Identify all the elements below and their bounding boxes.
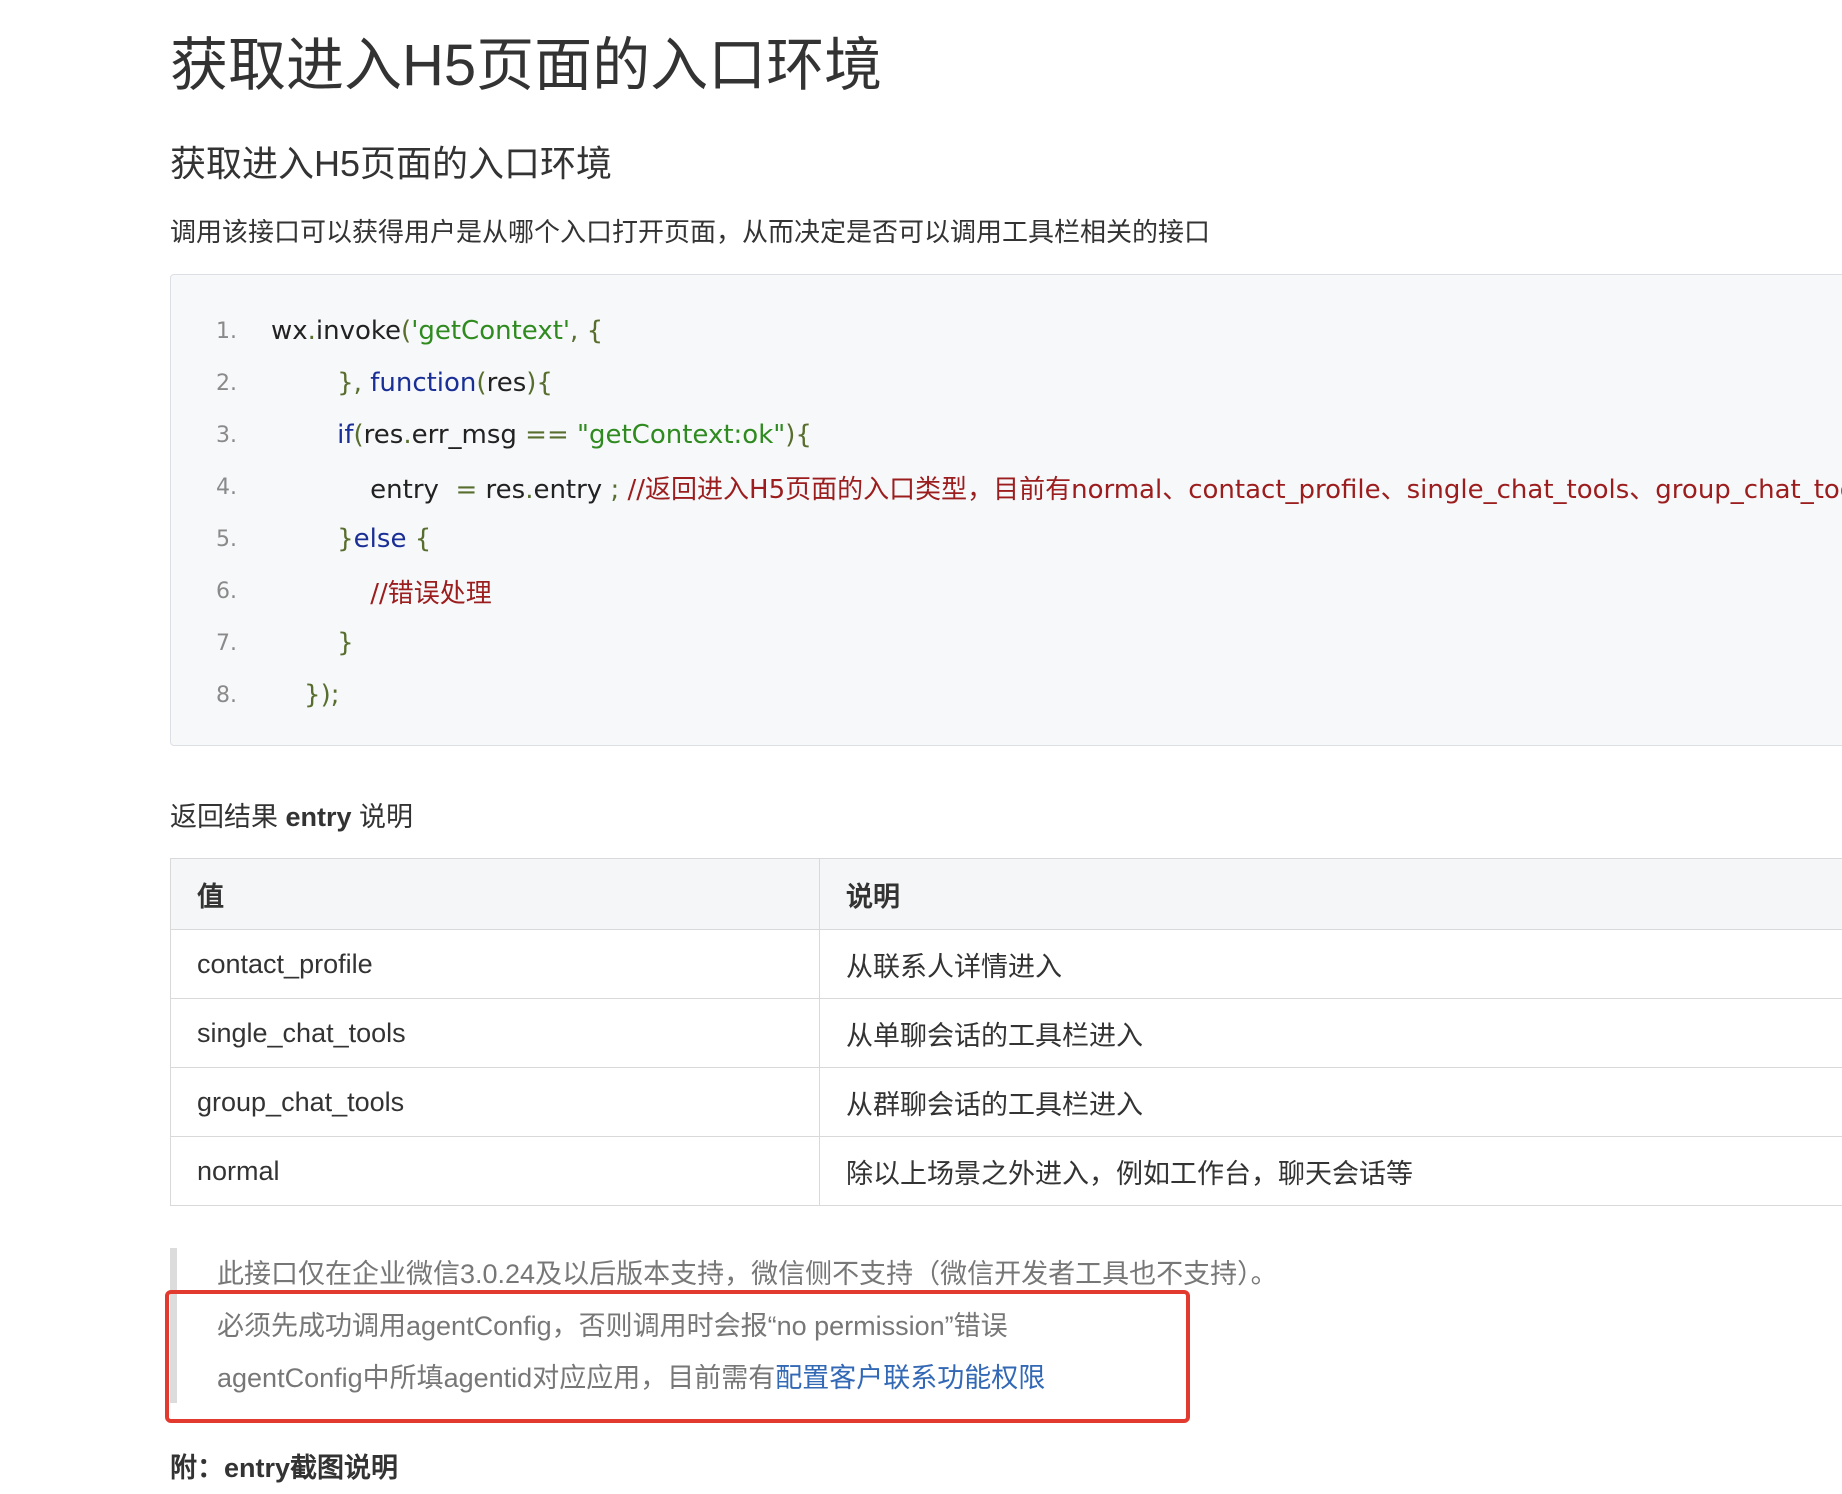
table-header-desc: 说明 xyxy=(819,858,1842,930)
code-line: 4. entry = res.entry ; //返回进入H5页面的入口类型，目… xyxy=(171,467,1842,507)
code-token: err_msg xyxy=(411,420,526,450)
table-cell-desc: 除以上场景之外进入，例如工作台，聊天会话等 xyxy=(819,1136,1842,1206)
table-row: contact_profile 从联系人详情进入 xyxy=(170,929,1842,999)
table-cell-desc: 从联系人详情进入 xyxy=(819,929,1842,999)
line-number: 7. xyxy=(216,630,237,656)
doc-page: 获取进入H5页面的入口环境 获取进入H5页面的入口环境 调用该接口可以获得用户是… xyxy=(0,0,1842,1494)
highlight-box xyxy=(165,1290,1190,1423)
table-cell-value: contact_profile xyxy=(170,929,820,999)
code-token: ( xyxy=(476,368,487,398)
entry-subhead-prefix: 返回结果 xyxy=(170,802,286,832)
code-token: == xyxy=(525,420,578,450)
line-number: 1. xyxy=(216,318,237,344)
code-token: } xyxy=(271,524,354,554)
table-cell-desc: 从群聊会话的工具栏进入 xyxy=(819,1067,1842,1137)
code-line: 3. if(res.err_msg == "getContext:ok"){ xyxy=(171,415,812,455)
code-token: if xyxy=(337,420,354,450)
code-line: 1. wx.invoke('getContext', { xyxy=(171,311,603,351)
code-token: }, xyxy=(271,368,371,398)
code-text: entry = res.entry ; //返回进入H5页面的入口类型，目前有n… xyxy=(271,469,1842,506)
code-token: ; xyxy=(610,474,628,505)
table-cell-value: group_chat_tools xyxy=(170,1067,820,1137)
code-line: 8. }); xyxy=(171,675,340,715)
entry-table: 值 说明 contact_profile 从联系人详情进入 single_cha… xyxy=(170,858,1842,1206)
section-title: 获取进入H5页面的入口环境 xyxy=(170,143,613,184)
code-text: if(res.err_msg == "getContext:ok"){ xyxy=(271,420,812,450)
code-token: ){ xyxy=(526,368,553,398)
table-row: normal 除以上场景之外进入，例如工作台，聊天会话等 xyxy=(170,1136,1842,1206)
code-token: 'getContext' xyxy=(411,316,571,346)
code-text: }); xyxy=(271,680,340,710)
code-token: }); xyxy=(271,680,340,710)
table-cell-value: normal xyxy=(170,1136,820,1206)
line-number: 2. xyxy=(216,370,237,396)
code-line: 6. //错误处理 xyxy=(171,571,492,611)
code-line: 5. }else { xyxy=(171,519,431,559)
line-number: 4. xyxy=(216,474,237,500)
code-text: } xyxy=(271,628,354,658)
code-text: }else { xyxy=(271,524,431,554)
code-token: //错误处理 xyxy=(370,578,492,609)
table-header-value: 值 xyxy=(170,858,820,930)
table-header-row: 值 说明 xyxy=(170,858,1842,930)
code-line: 7. } xyxy=(171,623,354,663)
code-token: function xyxy=(370,368,477,398)
code-token: . xyxy=(403,420,412,450)
code-token: = xyxy=(455,474,486,505)
line-number: 6. xyxy=(216,578,237,604)
line-number: 3. xyxy=(216,422,237,448)
page-title: 获取进入H5页面的入口环境 xyxy=(170,33,883,98)
code-token: ( xyxy=(401,316,412,346)
code-token: //返回进入H5页面的入口类型，目前有normal、contact_profil… xyxy=(627,474,1842,505)
code-token: res xyxy=(486,368,527,398)
code-token: else xyxy=(353,524,407,554)
intro-text: 调用该接口可以获得用户是从哪个入口打开页面，从而决定是否可以调用工具栏相关的接口 xyxy=(170,217,1211,247)
code-text: //错误处理 xyxy=(271,573,492,610)
footer-label: 附：entry截图说明 xyxy=(170,1453,399,1483)
code-token: entry xyxy=(533,474,611,505)
code-token: ( xyxy=(353,420,364,450)
table-cell-value: single_chat_tools xyxy=(170,998,820,1068)
code-token: res xyxy=(363,420,404,450)
table-row: single_chat_tools 从单聊会话的工具栏进入 xyxy=(170,998,1842,1068)
line-number: 8. xyxy=(216,682,237,708)
line-number: 5. xyxy=(216,526,237,552)
entry-subhead-bold: entry xyxy=(285,802,352,832)
code-token: invoke xyxy=(315,316,402,346)
code-text: }, function(res){ xyxy=(271,368,553,398)
code-token: entry xyxy=(271,474,456,505)
table-cell-desc: 从单聊会话的工具栏进入 xyxy=(819,998,1842,1068)
code-token: wx xyxy=(271,316,308,346)
entry-subhead: 返回结果 entry 说明 xyxy=(170,795,413,834)
table-row: group_chat_tools 从群聊会话的工具栏进入 xyxy=(170,1067,1842,1137)
entry-subhead-suffix: 说明 xyxy=(351,802,414,832)
code-token: ){ xyxy=(785,420,812,450)
code-block[interactable]: 1. wx.invoke('getContext', {2. }, functio… xyxy=(170,274,1842,746)
code-text: wx.invoke('getContext', { xyxy=(271,316,603,346)
code-token: . xyxy=(307,316,316,346)
code-token: , { xyxy=(570,316,604,346)
code-token: { xyxy=(406,524,432,554)
code-token: "getContext:ok" xyxy=(577,420,786,450)
code-token: res xyxy=(485,474,526,505)
code-line: 2. }, function(res){ xyxy=(171,363,553,403)
code-token: } xyxy=(271,628,354,658)
